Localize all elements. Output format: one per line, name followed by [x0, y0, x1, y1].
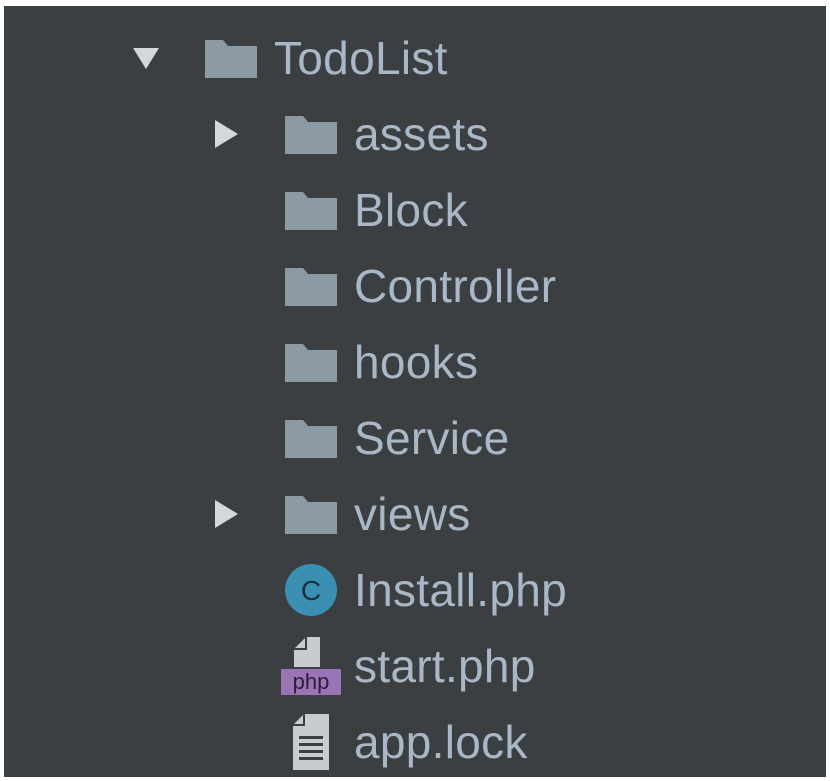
php-class-icon: C: [280, 552, 342, 628]
tree-node-label: Block: [354, 184, 468, 236]
folder-icon: [200, 20, 262, 96]
folder-icon: [280, 400, 342, 476]
tree-node-hooks[interactable]: hooks: [4, 324, 826, 400]
php-file-icon: php: [280, 628, 342, 704]
class-badge-letter: C: [301, 575, 321, 606]
tree-node-todolist[interactable]: TodoList: [4, 20, 826, 96]
folder-icon: [280, 476, 342, 552]
tree-node-label: start.php: [354, 640, 536, 692]
tree-node-service[interactable]: Service: [4, 400, 826, 476]
tree-node-controller[interactable]: Controller: [4, 248, 826, 324]
folder-icon: [280, 324, 342, 400]
tree-node-install-php[interactable]: C Install.php: [4, 552, 826, 628]
tree-node-block[interactable]: Block: [4, 172, 826, 248]
tree-node-label: views: [354, 488, 471, 540]
tree-node-label: app.lock: [354, 716, 528, 768]
folder-icon: [280, 248, 342, 324]
project-tree-panel: TodoList assets Block Controller hooks S…: [4, 6, 826, 777]
collapsed-arrow-icon[interactable]: [206, 476, 246, 552]
tree-node-label: assets: [354, 108, 489, 160]
expanded-arrow-icon[interactable]: [126, 20, 166, 96]
tree-node-views[interactable]: views: [4, 476, 826, 552]
tree-node-label: hooks: [354, 336, 479, 388]
tree-node-assets[interactable]: assets: [4, 96, 826, 172]
text-file-icon: [280, 704, 342, 777]
tree-node-label: Install.php: [354, 564, 567, 616]
tree-node-label: Controller: [354, 260, 557, 312]
tree-node-app-lock[interactable]: app.lock: [4, 704, 826, 777]
tree-node-label: TodoList: [274, 32, 448, 84]
tree-node-label: Service: [354, 412, 510, 464]
file-tree: TodoList assets Block Controller hooks S…: [4, 20, 826, 777]
folder-icon: [280, 96, 342, 172]
tree-node-start-php[interactable]: php start.php: [4, 628, 826, 704]
collapsed-arrow-icon[interactable]: [206, 96, 246, 172]
php-badge-text: php: [293, 669, 330, 694]
folder-icon: [280, 172, 342, 248]
